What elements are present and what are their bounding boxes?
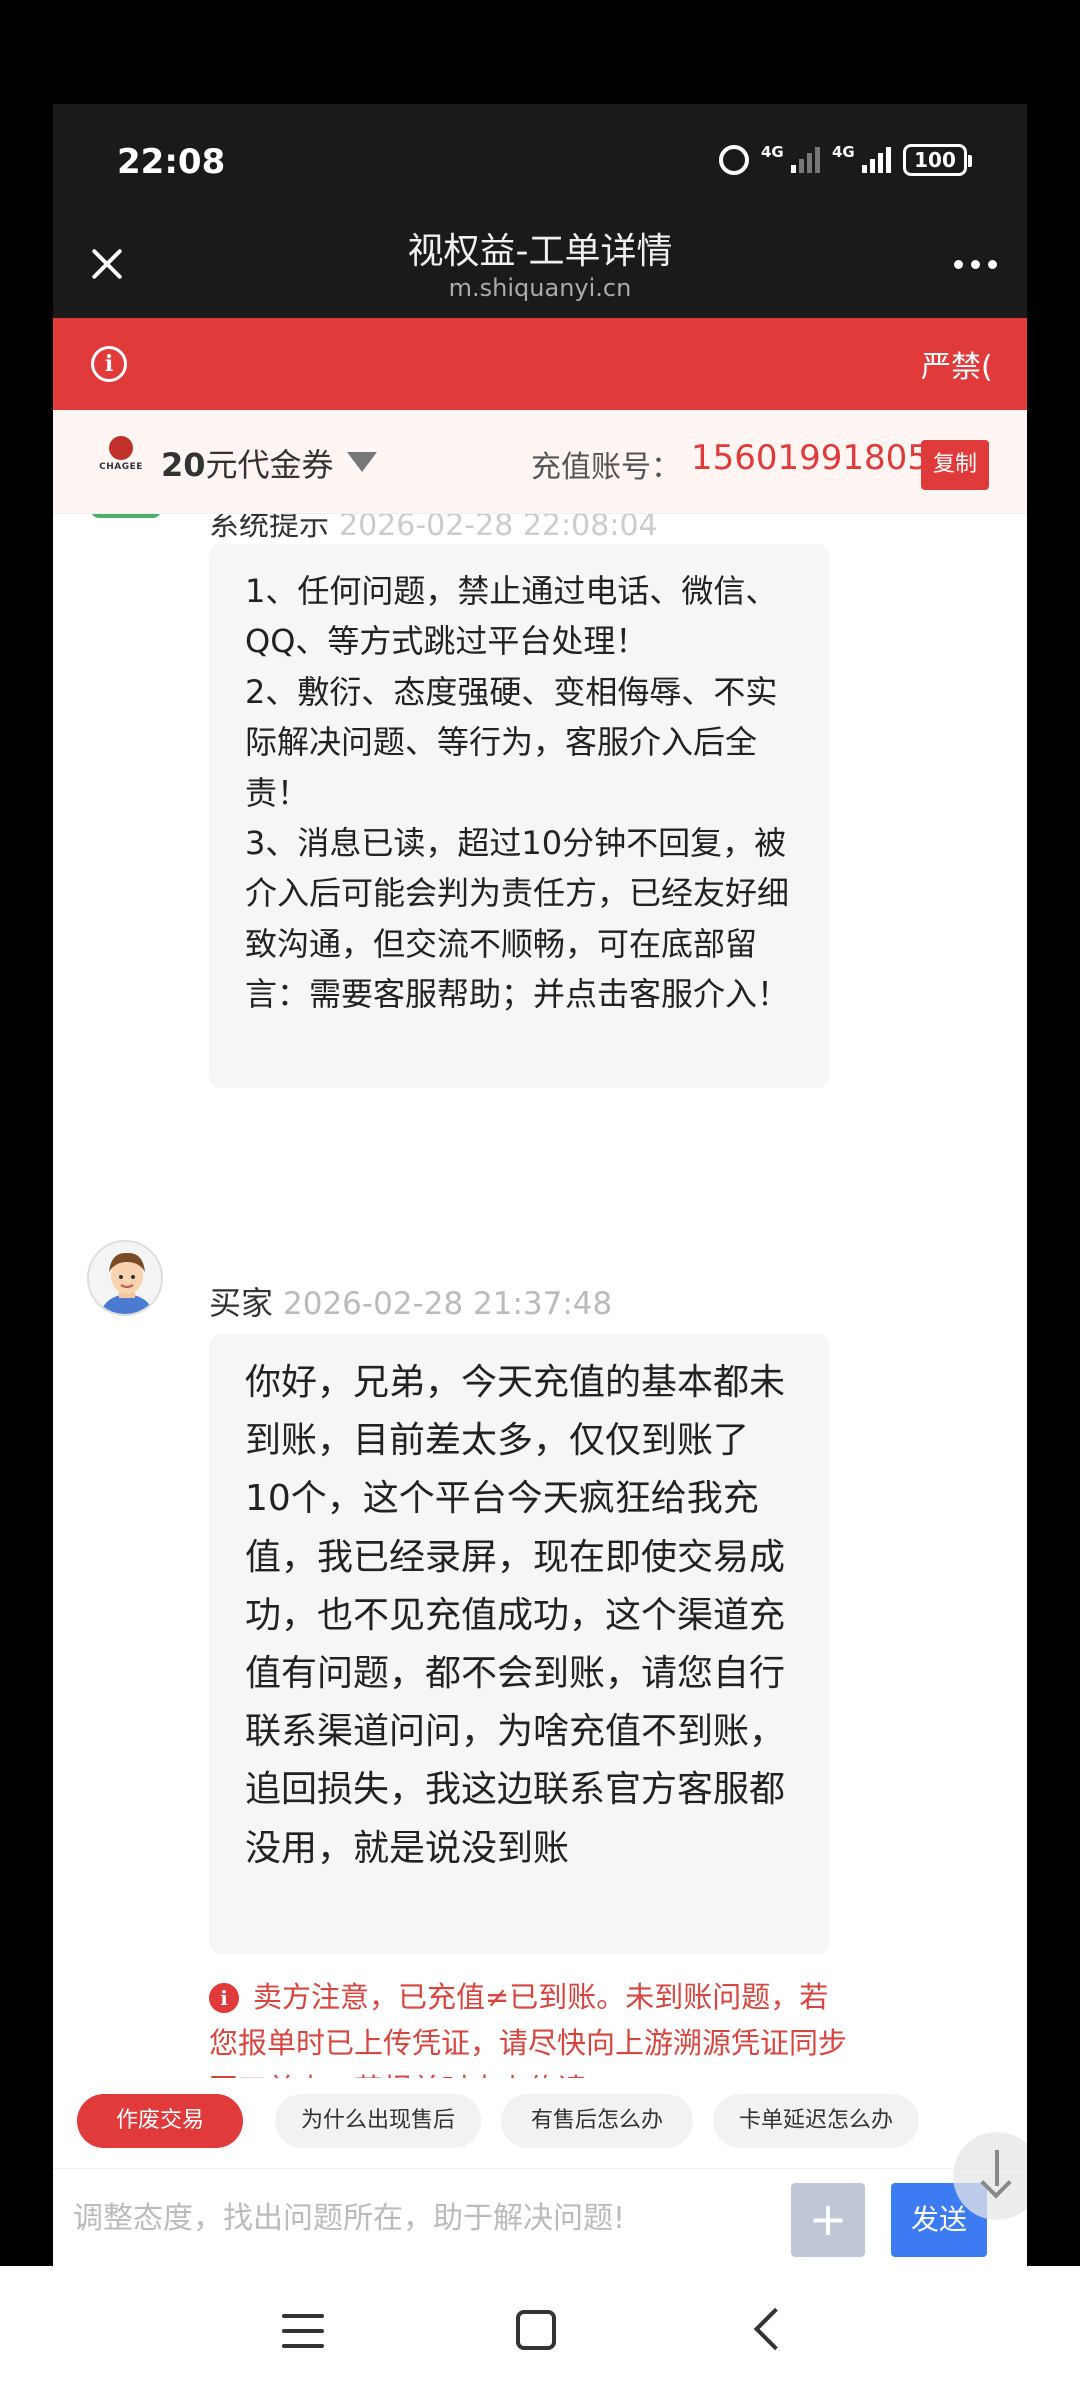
seller-warning-text: 卖方注意，已充值≠已到账。未到账问题，若您报单时已上传凭证，请尽快向上游溯源凭证…: [209, 1980, 848, 2078]
app-window: 22:08 4G 4G 100 视权益-工单详情 m.shiquanyi.cn: [53, 104, 1027, 2266]
title-bar: 视权益-工单详情 m.shiquanyi.cn: [53, 214, 1027, 318]
attach-plus-button[interactable]: +: [791, 2183, 865, 2257]
more-options-button[interactable]: [954, 260, 997, 269]
buyer-timestamp: 2026-02-28 21:37:48: [283, 1286, 613, 1322]
network-type-1: 4G: [761, 143, 784, 161]
product-bar: CHAGEE 20元代金券 充值账号： 15601991805 复制: [53, 410, 1027, 514]
system-avatar: [91, 514, 161, 518]
coupon-title[interactable]: 20元代金券: [161, 440, 334, 486]
brand-logo: CHAGEE: [93, 432, 149, 492]
message-input[interactable]: [73, 2179, 813, 2257]
battery-icon: 100: [903, 144, 972, 176]
why-after-sale-button[interactable]: 为什么出现售后: [275, 2094, 481, 2148]
coupon-amount: 20: [161, 446, 206, 484]
quick-actions-bar: 作废交易 为什么出现售后 有售后怎么办 卡单延迟怎么办: [53, 2078, 1027, 2168]
system-message-text: 1、任何问题，禁止通过电话、微信、QQ、等方式跳过平台处理！ 2、敷衍、态度强硬…: [245, 572, 790, 1014]
input-bar: + 发送: [53, 2168, 1027, 2266]
info-icon: i: [91, 346, 127, 382]
signal-1-icon: 4G: [761, 143, 820, 173]
status-bar: 22:08 4G 4G 100: [53, 104, 1027, 214]
buyer-avatar: [87, 1240, 163, 1316]
notice-bar: i 严禁(: [53, 318, 1027, 410]
recent-apps-icon[interactable]: [282, 2314, 324, 2348]
alarm-icon: [719, 145, 749, 175]
buyer-sender: 买家: [209, 1284, 274, 1322]
system-message-bubble: 1、任何问题，禁止通过电话、微信、QQ、等方式跳过平台处理！ 2、敷衍、态度强硬…: [209, 544, 829, 1088]
warning-icon: i: [209, 1983, 239, 2013]
screen: 22:08 4G 4G 100 视权益-工单详情 m.shiquanyi.cn: [0, 0, 1080, 2400]
seller-warning: i 卖方注意，已充值≠已到账。未到账问题，若您报单时已上传凭证，请尽快向上游溯源凭…: [209, 1974, 849, 2078]
buyer-message-header: 买家 2026-02-28 21:37:48: [209, 1278, 612, 1324]
copy-button[interactable]: 复制: [921, 440, 989, 490]
dropdown-arrow-icon[interactable]: [347, 452, 377, 472]
home-icon[interactable]: [516, 2310, 556, 2350]
chat-area[interactable]: 系统提示 2026-02-28 22:08:04 1、任何问题，禁止通过电话、微信…: [53, 514, 1027, 2078]
back-icon[interactable]: [753, 2307, 797, 2351]
account-label: 充值账号：: [531, 450, 681, 485]
card-delay-help-button[interactable]: 卡单延迟怎么办: [713, 2094, 919, 2148]
page-url: m.shiquanyi.cn: [448, 274, 632, 302]
page-title: 视权益-工单详情: [407, 231, 673, 272]
notice-marquee-text: 严禁(: [921, 350, 993, 385]
system-sender: 系统提示: [209, 514, 329, 543]
network-type-2: 4G: [832, 143, 855, 161]
status-time: 22:08: [117, 142, 226, 182]
system-nav-bar: [0, 2266, 1080, 2400]
status-icons: 4G 4G 100: [719, 143, 972, 176]
system-timestamp: 2026-02-28 22:08:04: [339, 514, 658, 543]
after-sale-help-button[interactable]: 有售后怎么办: [501, 2094, 693, 2148]
buyer-message-text: 你好，兄弟，今天充值的基本都未到账，目前差太多，仅仅到账了10个，这个平台今天疯…: [245, 1362, 786, 1869]
signal-2-icon: 4G: [832, 143, 891, 173]
coupon-suffix: 元代金券: [205, 446, 334, 484]
brand-mark-icon: [109, 436, 133, 460]
account-value: 15601991805: [691, 438, 929, 478]
brand-name: CHAGEE: [99, 462, 143, 472]
void-transaction-button[interactable]: 作废交易: [77, 2094, 243, 2148]
system-message-header: 系统提示 2026-02-28 22:08:04: [209, 514, 658, 544]
buyer-message-bubble: 你好，兄弟，今天充值的基本都未到账，目前差太多，仅仅到账了10个，这个平台今天疯…: [209, 1334, 829, 1954]
buyer-avatar-icon: [89, 1242, 161, 1314]
